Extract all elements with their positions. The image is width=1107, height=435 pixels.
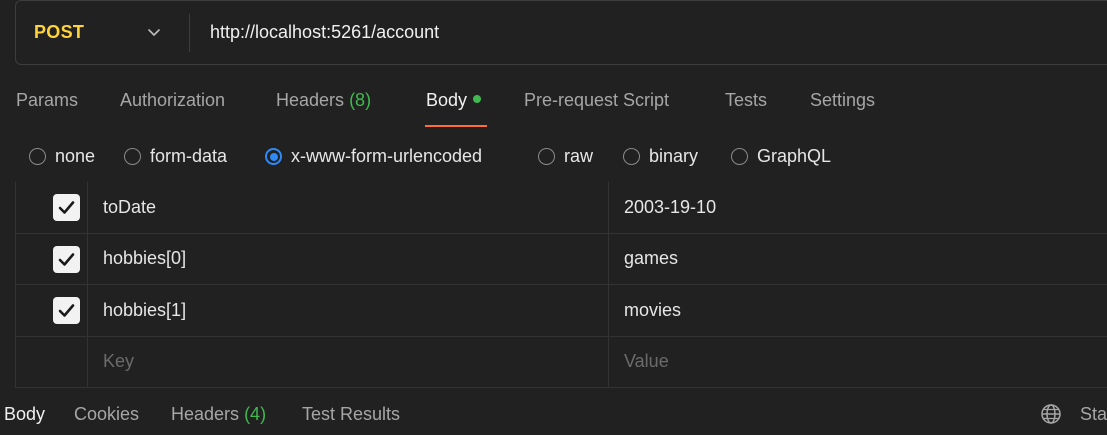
params-table: toDate 2003-19-10 hobbies[0] games hobbi…	[15, 182, 1107, 388]
radio-label: raw	[564, 146, 594, 166]
response-tab-cookies[interactable]: Cookies	[74, 404, 139, 425]
active-tab-indicator	[425, 125, 487, 127]
chevron-down-icon	[148, 29, 160, 36]
tab-label: Test Results	[302, 404, 401, 424]
body-type-options: none form-data x-www-form-urlencoded raw…	[0, 140, 1107, 176]
tab-params[interactable]: Params	[16, 90, 78, 111]
row-checkbox-cell	[16, 336, 88, 387]
tab-tests[interactable]: Tests	[725, 90, 767, 111]
tab-label: Headers	[171, 404, 240, 424]
key-cell[interactable]: toDate	[89, 182, 609, 233]
row-checkbox[interactable]	[53, 245, 80, 273]
radio-raw[interactable]: raw	[538, 146, 593, 167]
tab-headers[interactable]: Headers (8)	[276, 90, 371, 111]
tab-label: Cookies	[74, 404, 140, 424]
radio-none[interactable]: none	[29, 146, 95, 167]
tab-pre-request-script[interactable]: Pre-request Script	[524, 90, 669, 111]
url-input[interactable]: http://localhost:5261/account	[190, 22, 439, 43]
radio-label: form-data	[150, 146, 228, 166]
row-checkbox[interactable]	[53, 297, 80, 324]
value-cell[interactable]: games	[610, 234, 1107, 285]
request-tabs: Params Authorization Headers (8) Body Pr…	[0, 80, 1107, 128]
tab-body[interactable]: Body	[426, 90, 482, 111]
radio-graphql[interactable]: GraphQL	[731, 146, 831, 167]
table-row-empty: Key Value	[15, 336, 1107, 388]
key-cell[interactable]: hobbies[0]	[89, 233, 609, 284]
tab-label: Authorization	[120, 90, 226, 110]
radio-form-data[interactable]: form-data	[124, 146, 227, 167]
tab-label: Body	[426, 90, 468, 110]
checkmark-icon	[58, 201, 75, 214]
radio-label: binary	[649, 146, 699, 166]
radio-label: GraphQL	[757, 146, 832, 166]
tab-count: (8)	[349, 90, 372, 110]
row-checkbox-cell	[16, 182, 88, 233]
response-tab-test-results[interactable]: Test Results	[302, 404, 400, 425]
tab-authorization[interactable]: Authorization	[120, 90, 225, 111]
row-checkbox-cell	[16, 285, 88, 336]
value-cell[interactable]: 2003-19-10	[610, 182, 1107, 233]
radio-circle-icon	[623, 148, 640, 165]
tab-label: Pre-request Script	[524, 90, 670, 110]
row-checkbox-cell	[16, 233, 88, 284]
radio-circle-icon	[29, 148, 46, 165]
tab-label: Settings	[810, 90, 876, 110]
checkmark-icon	[58, 252, 75, 266]
radio-label: x-www-form-urlencoded	[291, 146, 483, 166]
key-input[interactable]: Key	[89, 336, 609, 387]
key-cell[interactable]: hobbies[1]	[89, 285, 609, 336]
radio-binary[interactable]: binary	[623, 146, 698, 167]
response-tab-headers[interactable]: Headers (4)	[171, 404, 266, 425]
table-row: toDate 2003-19-10	[15, 182, 1107, 234]
tab-label: Params	[16, 90, 79, 110]
response-tabs: Body Cookies Headers (4) Test Results St…	[0, 392, 1107, 435]
value-input[interactable]: Value	[610, 337, 1107, 388]
request-editor: POST http://localhost:5261/account Param…	[0, 0, 1107, 435]
modified-dot-icon	[473, 95, 482, 104]
radio-circle-icon	[731, 148, 748, 165]
response-status: Sta	[1080, 404, 1107, 424]
radio-label: none	[55, 146, 96, 166]
url-bar: POST http://localhost:5261/account	[15, 0, 1107, 65]
globe-icon[interactable]	[1040, 403, 1062, 425]
table-row: hobbies[0] games	[15, 233, 1107, 285]
tab-settings[interactable]: Settings	[810, 90, 875, 111]
tab-label: Body	[4, 404, 46, 424]
tab-label: Headers	[276, 90, 345, 110]
method-label: POST	[34, 22, 85, 42]
table-row: hobbies[1] movies	[15, 285, 1107, 337]
radio-circle-icon	[124, 148, 141, 165]
method-select[interactable]: POST	[16, 1, 189, 64]
value-cell[interactable]: movies	[610, 285, 1107, 336]
tab-label: Tests	[725, 90, 768, 110]
row-checkbox[interactable]	[53, 194, 80, 221]
radio-circle-icon	[538, 148, 555, 165]
tab-count: (4)	[244, 404, 267, 424]
radio-selected-icon	[265, 148, 282, 165]
response-tab-body[interactable]: Body	[4, 404, 45, 425]
checkmark-icon	[58, 304, 75, 317]
radio-x-www-form-urlencoded[interactable]: x-www-form-urlencoded	[265, 146, 482, 167]
